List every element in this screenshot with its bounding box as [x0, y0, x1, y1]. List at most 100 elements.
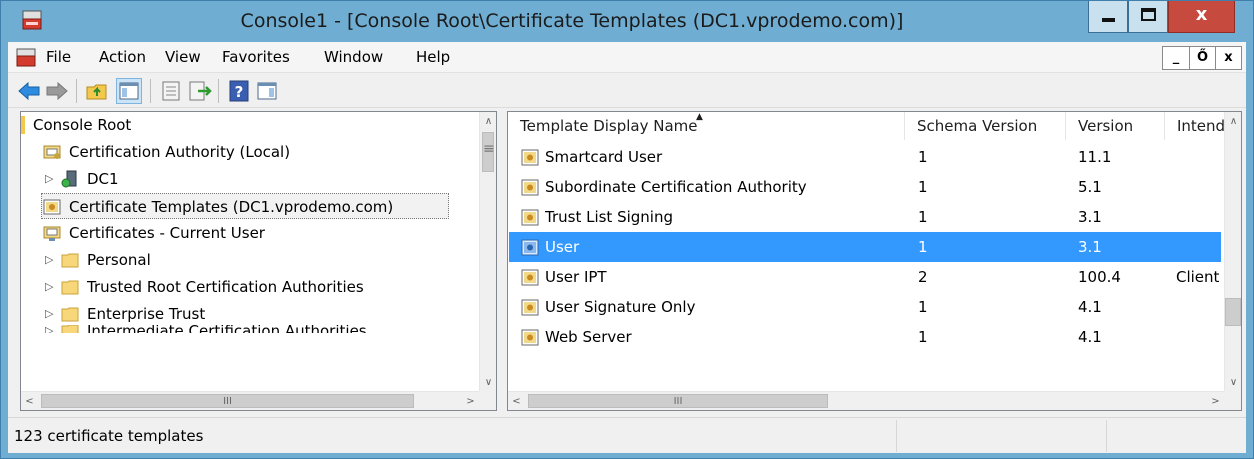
expand-arrow-icon[interactable]: ▷	[45, 247, 53, 273]
scroll-corner	[1224, 391, 1241, 410]
scroll-corner	[479, 391, 496, 410]
close-icon: x	[1195, 4, 1208, 25]
mdi-restore-button[interactable]: Ő	[1189, 47, 1215, 69]
scroll-right-button[interactable]: >	[1207, 392, 1224, 411]
table-row[interactable]: Subordinate Certification Authority 1 5.…	[509, 172, 1221, 202]
scroll-down-button[interactable]: ∨	[1225, 373, 1242, 392]
menu-action[interactable]: Action	[99, 48, 146, 66]
certificate-template-icon	[43, 199, 61, 215]
list-horizontal-scrollbar[interactable]: < III >	[508, 391, 1224, 410]
back-arrow-icon[interactable]	[16, 78, 42, 104]
table-row-selected[interactable]: User 1 3.1	[509, 232, 1221, 262]
expand-arrow-icon[interactable]: ▷	[45, 274, 53, 300]
client-area: File Action View Favorites Window Help _…	[8, 42, 1246, 453]
certificate-template-icon	[521, 299, 539, 316]
toolbar: ?	[8, 73, 1246, 108]
svg-text:?: ?	[235, 83, 244, 101]
pane-splitter[interactable]	[497, 111, 507, 411]
toolbar-separator	[76, 79, 77, 103]
folder-icon	[61, 280, 79, 295]
show-hide-console-tree-button[interactable]	[116, 78, 142, 104]
list-header: Template Display Name ▲ Schema Version V…	[508, 112, 1224, 140]
column-version[interactable]: Version	[1066, 112, 1165, 140]
menu-favorites[interactable]: Favorites	[222, 48, 290, 66]
sort-ascending-icon: ▲	[696, 112, 703, 122]
expand-arrow-icon[interactable]: ▷	[45, 325, 53, 333]
table-row[interactable]: Trust List Signing 1 3.1	[509, 202, 1221, 232]
tree-vertical-scrollbar[interactable]: ∧ ≡ ∨	[479, 112, 496, 392]
forward-arrow-icon[interactable]	[44, 78, 70, 104]
expand-arrow-icon[interactable]: ▷	[45, 166, 53, 192]
menu-help[interactable]: Help	[416, 48, 450, 66]
console-menu-icon[interactable]	[16, 48, 36, 68]
properties-icon[interactable]	[158, 78, 184, 104]
folder-icon	[61, 253, 79, 268]
status-bar: 123 certificate templates	[8, 417, 1246, 453]
toolbar-separator	[218, 79, 219, 103]
results-pane[interactable]: Template Display Name ▲ Schema Version V…	[507, 111, 1242, 411]
mmc-window: Console1 - [Console Root\Certificate Tem…	[0, 0, 1254, 459]
scroll-right-button[interactable]: >	[462, 392, 479, 411]
help-icon[interactable]: ?	[226, 78, 252, 104]
certificate-template-icon	[521, 149, 539, 166]
certificates-store-icon	[43, 226, 61, 241]
console-tree-pane[interactable]: Console Root Certification Authority (Lo…	[20, 111, 497, 411]
menu-file[interactable]: File	[46, 48, 71, 66]
minimize-icon	[1102, 18, 1115, 22]
tree-item-certificate-templates[interactable]: Certificate Templates (DC1.vprodemo.com)	[41, 193, 449, 219]
folder-icon	[61, 325, 79, 333]
folder-icon	[61, 307, 79, 322]
menu-view[interactable]: View	[165, 48, 201, 66]
server-ca-icon	[61, 170, 77, 188]
column-template-display-name[interactable]: Template Display Name ▲	[508, 112, 905, 140]
certificate-template-icon	[521, 179, 539, 196]
table-row[interactable]: Web Server 1 4.1	[509, 322, 1221, 352]
menu-window[interactable]: Window	[324, 48, 383, 66]
scroll-up-button[interactable]: ∧	[480, 112, 497, 131]
certificate-template-icon	[521, 269, 539, 286]
scroll-thumb[interactable]: ≡	[482, 132, 495, 172]
mdi-window-controls: _ Ő x	[1162, 46, 1242, 70]
maximize-icon	[1141, 8, 1156, 21]
menu-bar: File Action View Favorites Window Help _…	[8, 42, 1246, 73]
column-schema-version[interactable]: Schema Version	[905, 112, 1066, 140]
table-row[interactable]: User IPT 2 100.4 Client	[509, 262, 1221, 292]
folder-icon	[21, 116, 25, 134]
status-divider	[896, 420, 897, 452]
table-row[interactable]: User Signature Only 1 4.1	[509, 292, 1221, 322]
table-row[interactable]: Smartcard User 1 11.1	[509, 142, 1221, 172]
title-bar[interactable]: Console1 - [Console Root\Certificate Tem…	[1, 1, 1253, 42]
scroll-left-button[interactable]: <	[508, 392, 525, 411]
scroll-down-button[interactable]: ∨	[480, 373, 497, 392]
window-title: Console1 - [Console Root\Certificate Tem…	[240, 10, 904, 32]
certificate-template-icon	[521, 209, 539, 226]
mdi-minimize-button[interactable]: _	[1163, 47, 1189, 69]
mdi-close-button[interactable]: x	[1215, 47, 1241, 69]
list-vertical-scrollbar[interactable]: ∧ ∨	[1224, 112, 1241, 392]
toolbar-separator	[150, 79, 151, 103]
scroll-left-button[interactable]: <	[21, 392, 38, 411]
status-text: 123 certificate templates	[14, 427, 204, 445]
maximize-button[interactable]	[1128, 1, 1168, 33]
expand-arrow-icon[interactable]: ▷	[45, 301, 53, 327]
grip-icon: ≡	[483, 141, 495, 157]
console-tree-icon	[119, 82, 139, 100]
mmc-app-icon[interactable]	[21, 9, 43, 31]
export-list-icon[interactable]	[186, 78, 212, 104]
scroll-thumb[interactable]: III	[528, 394, 828, 408]
status-divider	[1106, 420, 1107, 452]
grip-icon: III	[673, 396, 683, 407]
grip-icon: III	[223, 396, 232, 407]
column-intended-purposes[interactable]: Intend	[1165, 112, 1224, 140]
up-folder-icon[interactable]	[84, 78, 110, 104]
certificate-template-icon	[521, 329, 539, 346]
scroll-up-button[interactable]: ∧	[1225, 112, 1242, 131]
action-pane-icon[interactable]	[254, 78, 280, 104]
close-button[interactable]: x	[1168, 1, 1235, 33]
scroll-thumb[interactable]	[1225, 298, 1241, 326]
tree-clip: ▷ Intermediate Certification Authorities	[21, 325, 479, 333]
certificate-authority-icon	[43, 145, 61, 159]
minimize-button[interactable]	[1088, 1, 1128, 33]
tree-horizontal-scrollbar[interactable]: < III >	[21, 391, 479, 410]
scroll-thumb[interactable]: III	[41, 394, 414, 408]
